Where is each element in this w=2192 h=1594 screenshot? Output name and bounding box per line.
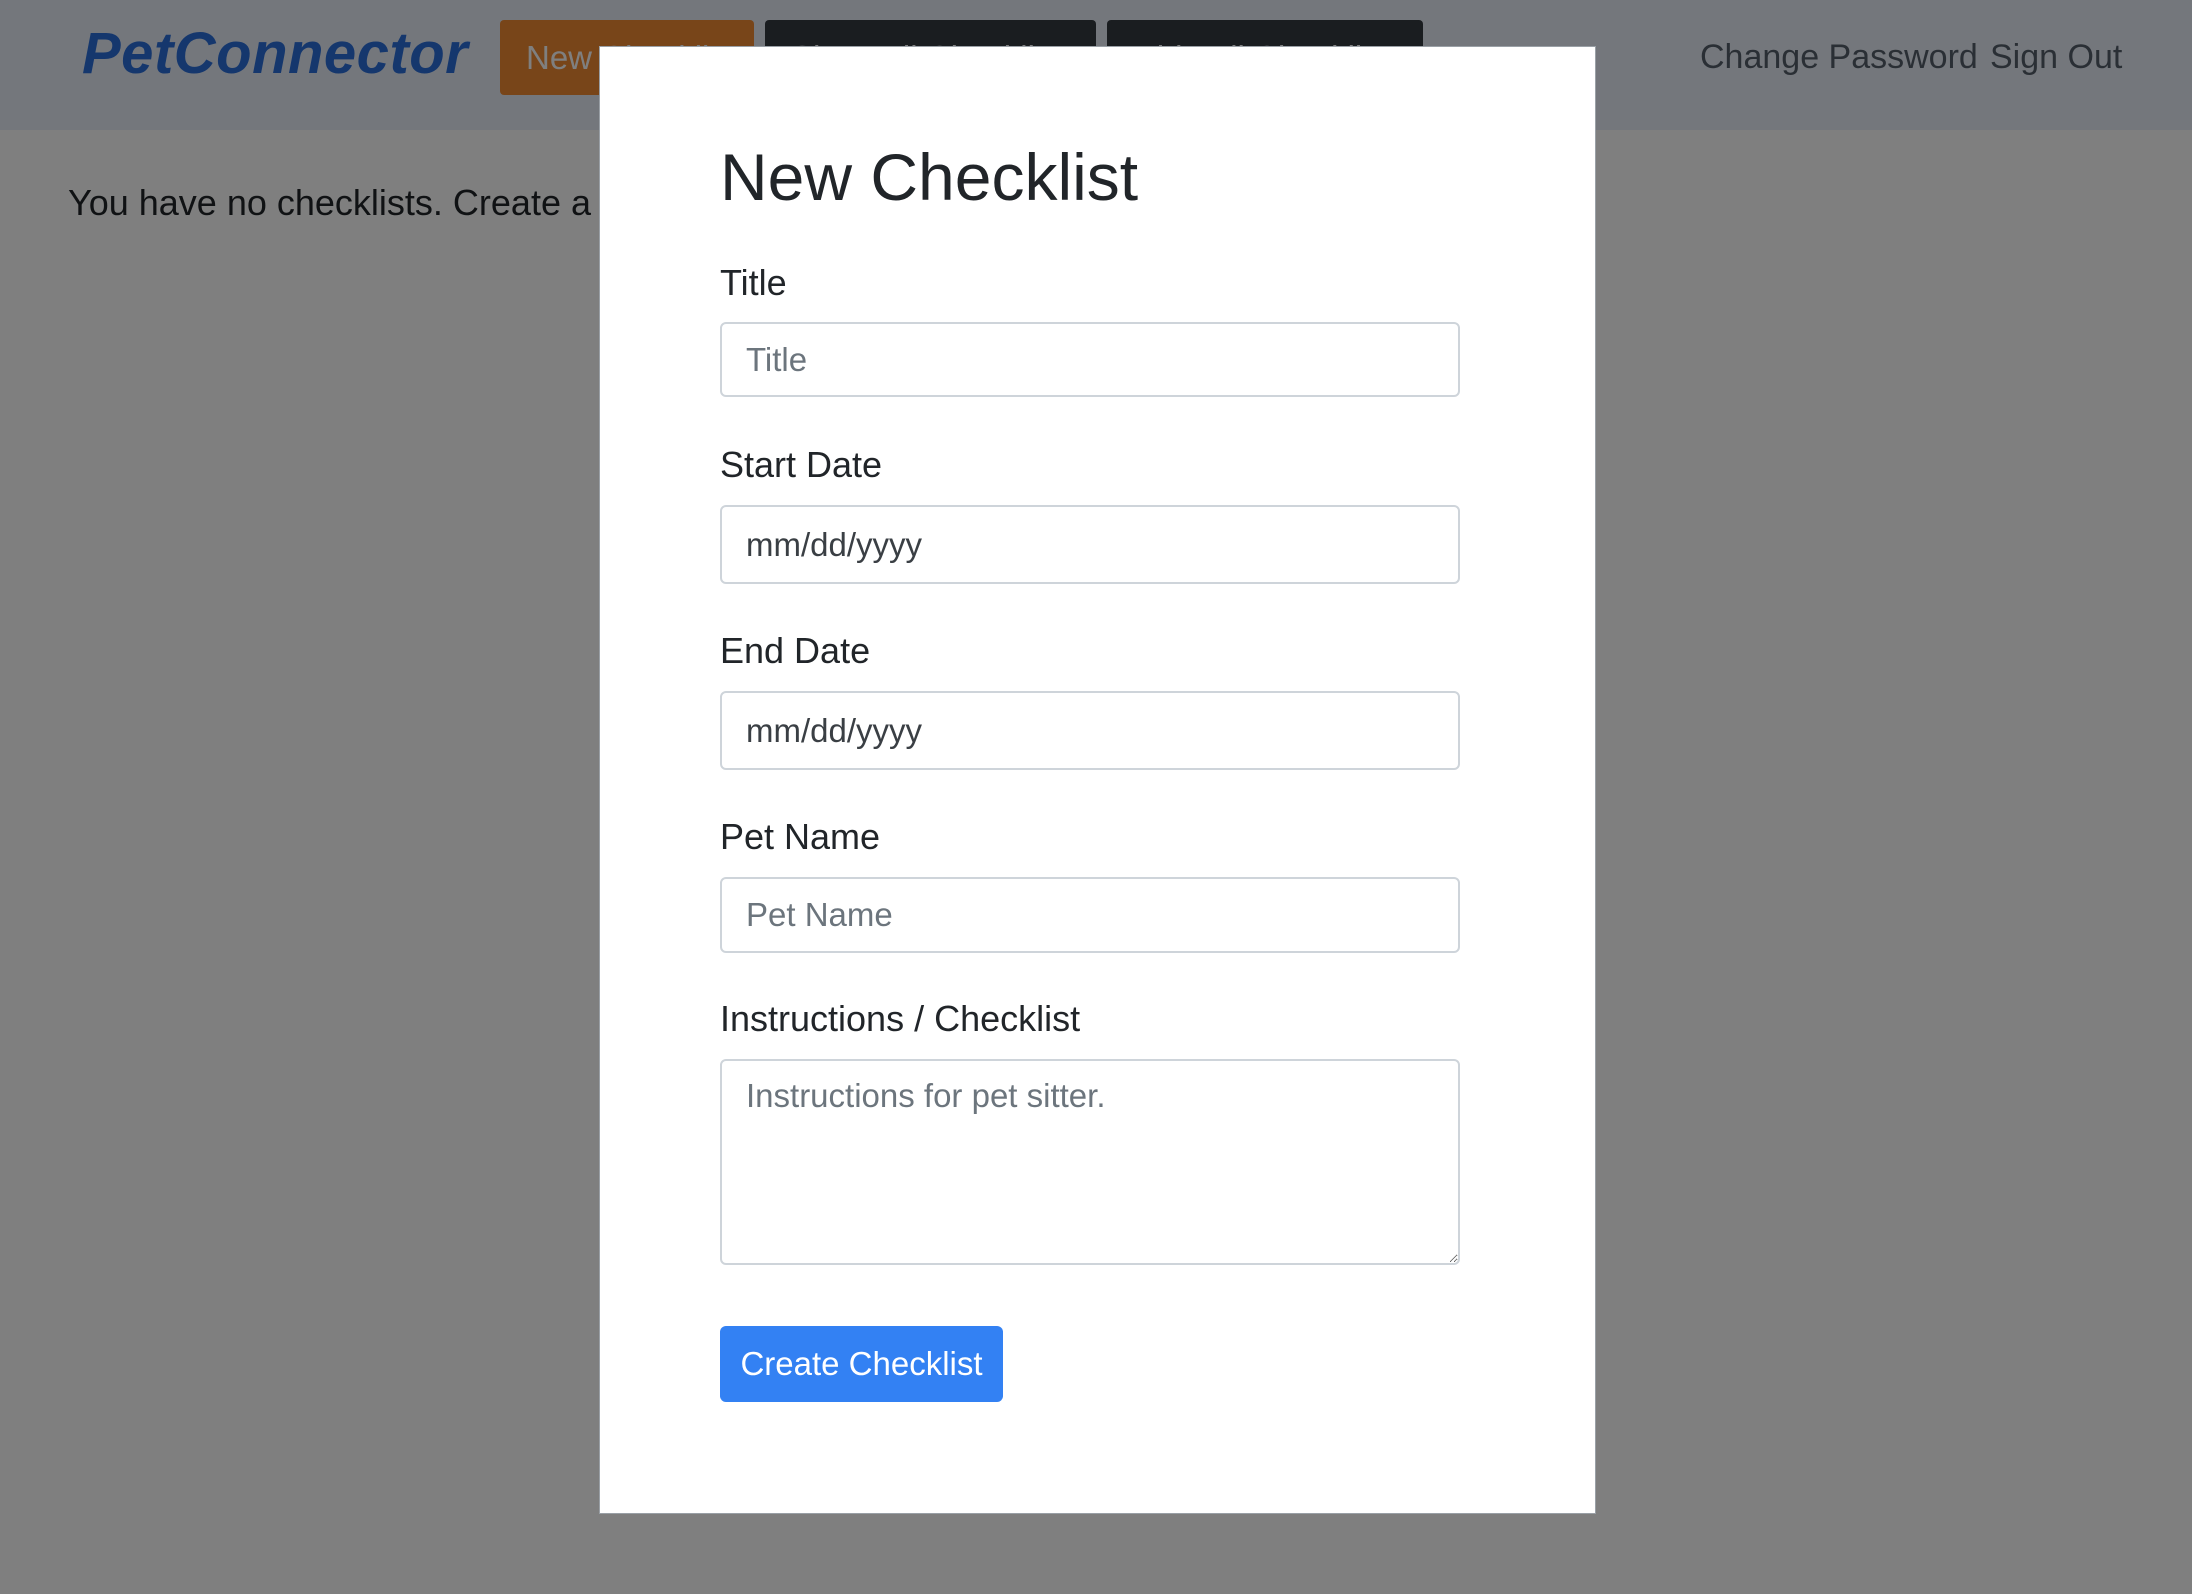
- create-checklist-button[interactable]: Create Checklist: [720, 1326, 1003, 1402]
- title-label: Title: [720, 262, 787, 303]
- pet-name-input[interactable]: [720, 877, 1460, 953]
- end-date-label: End Date: [720, 630, 871, 671]
- instructions-label: Instructions / Checklist: [720, 998, 1081, 1039]
- new-checklist-modal: New Checklist Title Start Date End Date …: [599, 46, 1596, 1514]
- end-date-input[interactable]: [720, 691, 1460, 770]
- start-date-input[interactable]: [720, 505, 1460, 584]
- start-date-label: Start Date: [720, 444, 883, 485]
- title-input[interactable]: [720, 322, 1460, 397]
- pet-name-label: Pet Name: [720, 816, 881, 857]
- instructions-textarea[interactable]: [720, 1059, 1460, 1265]
- modal-title: New Checklist: [720, 140, 1139, 214]
